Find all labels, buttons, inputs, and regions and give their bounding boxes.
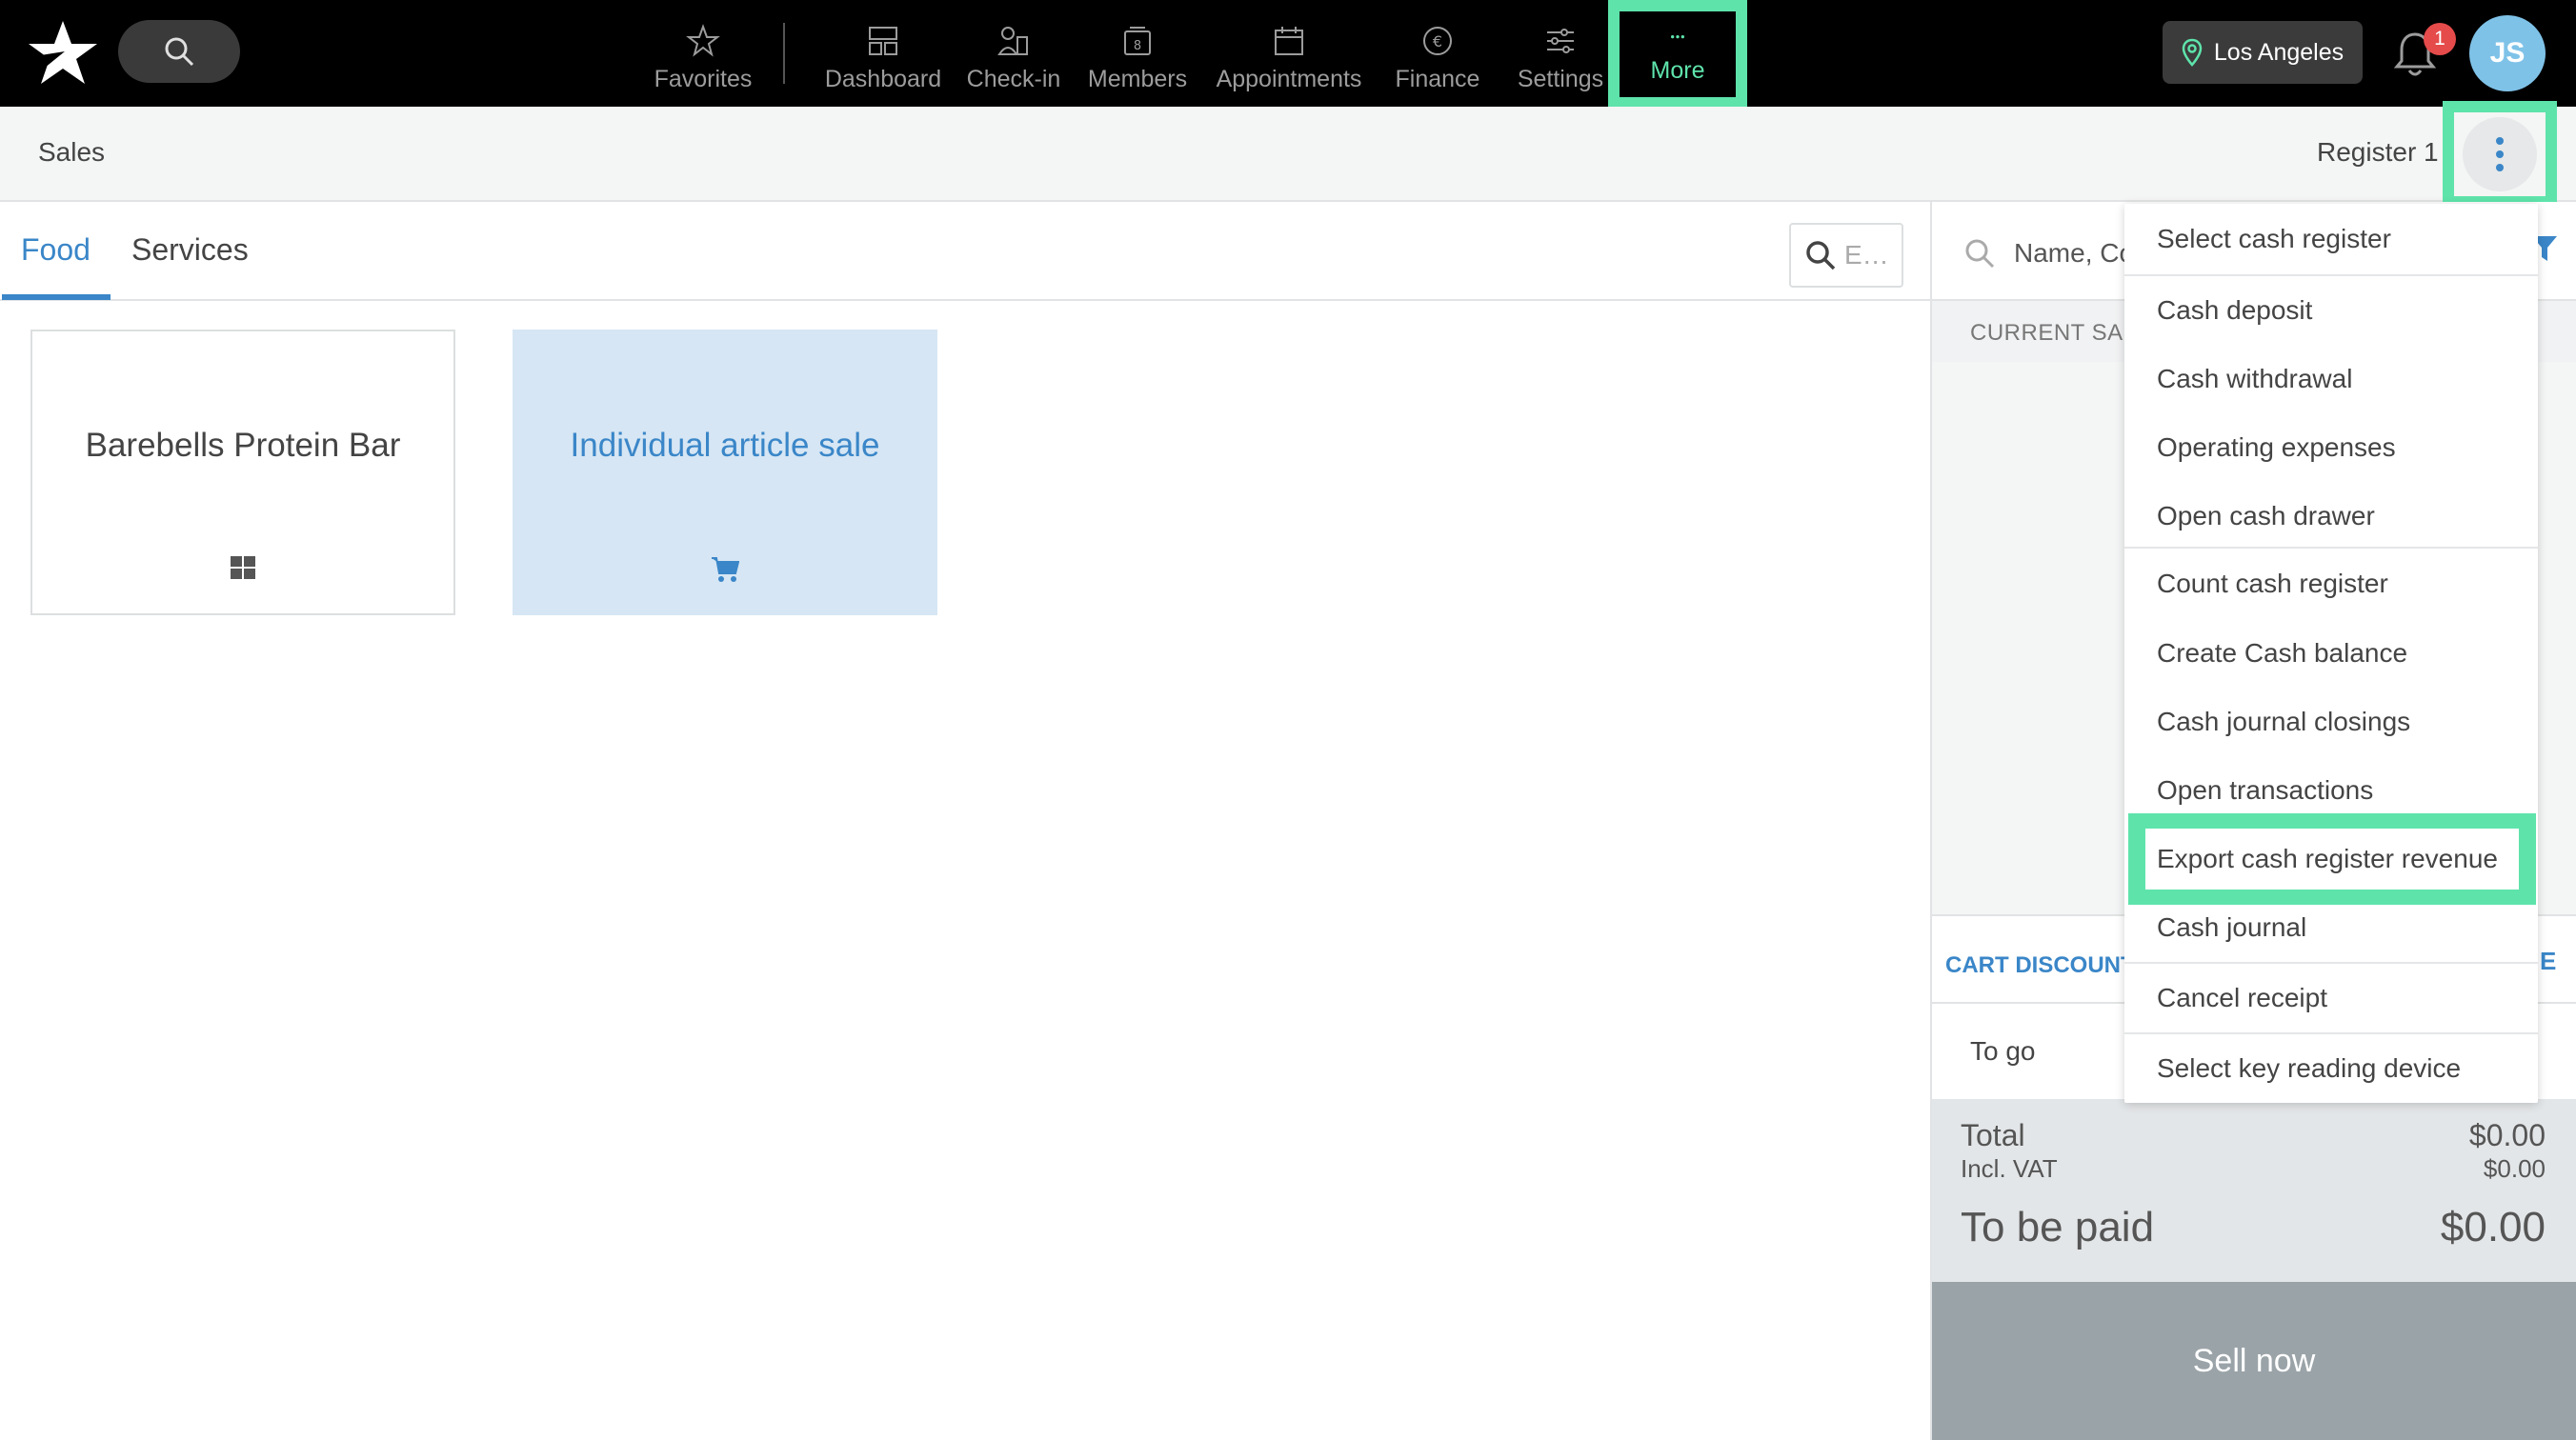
- map-pin-icon: [2182, 38, 2203, 67]
- nav-members[interactable]: 8 Members: [1082, 0, 1193, 107]
- kebab-highlight-inner: [2454, 112, 2546, 196]
- product-panel: Food Services E… Barebells Protein Bar I…: [0, 202, 1932, 1440]
- grid-icon: [231, 556, 255, 579]
- members-icon: 8: [1124, 26, 1151, 55]
- nav-label: Appointments: [1216, 65, 1362, 92]
- app-logo-icon[interactable]: [27, 19, 99, 86]
- sales-subheader: Sales Register 1: [0, 107, 2576, 202]
- total-value: $0.00: [2468, 1118, 2546, 1152]
- tab-services[interactable]: Services: [131, 232, 249, 268]
- nav-finance[interactable]: € Finance: [1385, 0, 1490, 107]
- svg-text:8: 8: [1134, 39, 1141, 53]
- menu-item-select-cash-register[interactable]: Select cash register: [2124, 204, 2538, 274]
- calendar-icon: [1275, 26, 1303, 55]
- product-tile-label: Individual article sale: [570, 427, 880, 464]
- svg-text:€: €: [1433, 32, 1442, 50]
- current-sale-label: CURRENT SAL: [1970, 320, 2137, 346]
- customer-search-placeholder: Name, Co: [2014, 238, 2135, 268]
- total-label: Total: [1961, 1118, 2025, 1152]
- top-navigation-bar: Favorites Dashboard Check-in 8 Members A…: [0, 0, 2576, 109]
- more-dots-icon: [1671, 34, 1684, 38]
- register-label: Register 1: [2317, 137, 2439, 167]
- menu-item-open-transactions[interactable]: Open transactions: [2124, 756, 2538, 825]
- menu-item-cash-journal-closings[interactable]: Cash journal closings: [2124, 688, 2538, 756]
- menu-item-count-cash-register[interactable]: Count cash register: [2124, 549, 2538, 619]
- tab-food[interactable]: Food: [21, 232, 91, 268]
- menu-item-operating-expenses[interactable]: Operating expenses: [2124, 413, 2538, 482]
- product-search-input[interactable]: E…: [1789, 223, 1903, 288]
- product-tile-icon-wrap: [32, 556, 453, 579]
- vertical-dots-icon: [2496, 137, 2504, 171]
- nav-label: Members: [1087, 65, 1188, 92]
- product-tile-label: Barebells Protein Bar: [85, 427, 401, 464]
- menu-item-cash-withdrawal[interactable]: Cash withdrawal: [2124, 345, 2538, 413]
- menu-item-open-cash-drawer[interactable]: Open cash drawer: [2124, 482, 2538, 550]
- nav-label: Settings: [1517, 65, 1604, 92]
- global-search-button[interactable]: [118, 20, 240, 83]
- cart-icon: [712, 557, 739, 582]
- product-tile[interactable]: Barebells Protein Bar: [30, 330, 455, 615]
- dashboard-icon: [869, 26, 897, 55]
- search-icon: [1806, 241, 1836, 270]
- nav-favorites[interactable]: Favorites: [648, 0, 758, 107]
- nav-check-in[interactable]: Check-in: [964, 0, 1063, 107]
- menu-item-cash-deposit[interactable]: Cash deposit: [2124, 276, 2538, 345]
- check-in-icon: [997, 26, 1028, 55]
- to-go-label: To go: [1970, 1036, 2036, 1066]
- page-title: Sales: [38, 137, 106, 167]
- sell-now-button[interactable]: Sell now: [1932, 1282, 2576, 1440]
- menu-item-cancel-receipt[interactable]: Cancel receipt: [2124, 964, 2538, 1032]
- sliders-icon: [1547, 28, 1574, 53]
- vat-label: Incl. VAT: [1961, 1154, 2058, 1183]
- nav-label: More: [1650, 56, 1705, 84]
- menu-item-cash-journal[interactable]: Cash journal: [2124, 893, 2538, 962]
- search-icon: [165, 37, 194, 67]
- product-tabs: Food Services E…: [0, 202, 1932, 301]
- vat-row: Incl. VAT $0.00: [1961, 1154, 2546, 1184]
- to-be-paid-label: To be paid: [1961, 1204, 2155, 1250]
- nav-label: Check-in: [966, 65, 1061, 92]
- register-options-button[interactable]: [2463, 117, 2537, 191]
- nav-more[interactable]: More: [1608, 0, 1747, 109]
- menu-item-export-cash-register-revenue[interactable]: Export cash register revenue: [2124, 825, 2538, 893]
- kebab-highlight: [2443, 101, 2557, 208]
- menu-item-select-key-reading-device[interactable]: Select key reading device: [2124, 1034, 2538, 1103]
- nav-divider: [783, 23, 785, 84]
- cart-discount-label: CART DISCOUNT: [1945, 952, 2135, 978]
- location-selector[interactable]: Los Angeles: [2163, 21, 2363, 84]
- register-options-menu: Select cash register Cash deposit Cash w…: [2124, 204, 2538, 1103]
- euro-icon: €: [1423, 26, 1452, 55]
- nav-settings[interactable]: Settings: [1509, 0, 1612, 107]
- search-icon: [1965, 239, 1995, 269]
- product-tile[interactable]: Individual article sale: [513, 330, 937, 615]
- product-search-placeholder: E…: [1844, 240, 1889, 270]
- active-tab-indicator: [2, 294, 111, 300]
- location-label: Los Angeles: [2213, 38, 2345, 66]
- to-be-paid-value: $0.00: [2440, 1204, 2546, 1250]
- cart-discount-action[interactable]: E: [2540, 947, 2556, 976]
- vat-value: $0.00: [2483, 1154, 2546, 1183]
- total-row: Total $0.00: [1961, 1118, 2546, 1153]
- user-avatar[interactable]: JS: [2469, 15, 2546, 91]
- to-be-paid-row: To be paid $0.00: [1961, 1204, 2546, 1251]
- nav-label: Finance: [1395, 65, 1480, 92]
- product-tile-icon-wrap: [514, 556, 936, 583]
- notification-badge: 1: [2424, 23, 2456, 55]
- nav-appointments[interactable]: Appointments: [1212, 0, 1366, 107]
- menu-item-create-cash-balance[interactable]: Create Cash balance: [2124, 619, 2538, 688]
- star-icon: [686, 23, 720, 57]
- nav-more-inner: More: [1620, 11, 1736, 97]
- nav-label: Favorites: [654, 65, 753, 92]
- nav-dashboard[interactable]: Dashboard: [821, 0, 945, 107]
- nav-label: Dashboard: [824, 65, 942, 92]
- totals-section: Total $0.00 Incl. VAT $0.00 To be paid $…: [1932, 1099, 2576, 1282]
